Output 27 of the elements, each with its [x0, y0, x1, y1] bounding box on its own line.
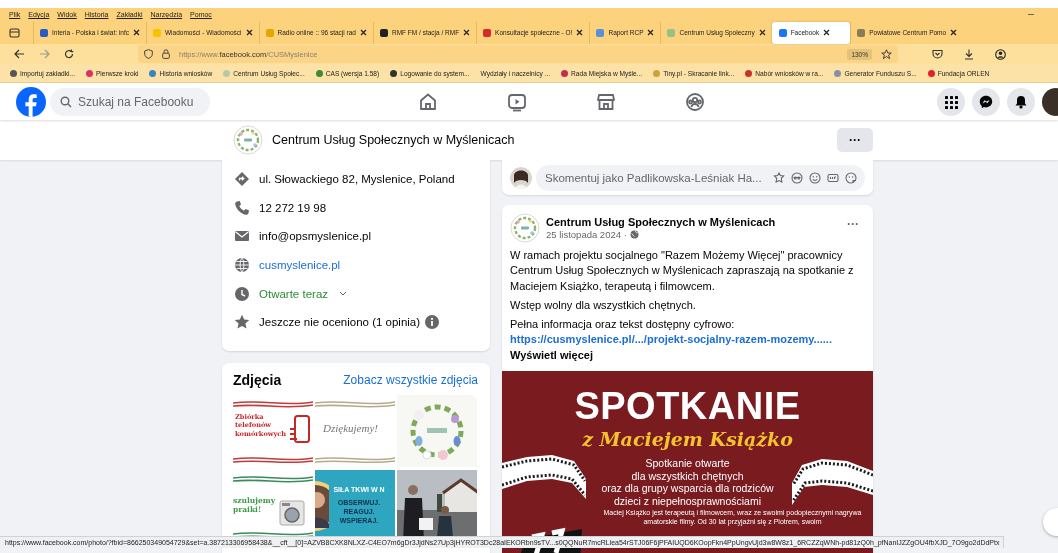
rating-text: Jeszcze nie oceniono (1 opinia)	[259, 316, 421, 329]
opening-hours-toggle[interactable]: Otwarte teraz	[259, 287, 329, 300]
address-text: ul. Słowackiego 82, Myslenice, Poland	[259, 173, 455, 186]
see-more-link[interactable]: Wyświetl więcej	[510, 348, 593, 361]
flyer-text: Spotkanie otwarte	[645, 457, 730, 470]
search-field[interactable]: Szukaj na Facebooku	[50, 87, 210, 116]
post-text: W ramach projektu socjalnego "Razem Możemy Więcej" pracownicy Centrum Usług Społecznych w Myślenicach zapraszają na spotkanie z Maciejem Książko, terapeutą i filmowcem.	[510, 248, 855, 294]
section-title: Zdjęcia	[233, 371, 282, 388]
more-options-button[interactable]: ···	[843, 217, 863, 231]
author-name[interactable]: Centrum Usług Społecznych w Myślenicach	[546, 216, 776, 228]
page-name: Centrum Usług Społecznych w Myślenicach	[272, 133, 515, 147]
flyer-title: SPOTKANIE	[574, 387, 801, 426]
flyer-subtitle: z Maciejem Książko	[582, 428, 793, 451]
post-text: Wstęp wolny dla wszystkich chętnych.	[510, 297, 697, 313]
more-button[interactable]: ···	[837, 128, 873, 152]
phone-text: 12 272 19 98	[259, 201, 327, 214]
comment-field[interactable]: Skomentuj jako Padlikowska-Leśniak Ha...	[536, 164, 865, 191]
see-all-link[interactable]: Zobacz wszystkie zdjęcia	[343, 372, 478, 387]
thumbnail-caption: Dziękujemy!	[323, 421, 378, 434]
flyer-text: dla wszystkich chętnych	[631, 469, 744, 483]
email-text: info@opsmyslenice.pl	[259, 230, 372, 243]
post-text: Pełna informacja oraz tekst dostępny cyfrowo: https://cusmyslenice.pl/.../projekt-socjalny-razem-mozemy...... Wyświetl więcej	[510, 317, 833, 363]
post-link[interactable]: https://cusmyslenice.pl/.../projekt-socjalny-razem-mozemy......	[510, 333, 832, 346]
flyer-text: oraz dla grupy wsparcia dla rodziców	[601, 482, 774, 495]
flyer-text: dzieci z niepełnosprawnościami	[613, 494, 762, 508]
website-link[interactable]: cusmyslenice.pl	[259, 259, 341, 272]
post-date[interactable]: 25 listopada 2024 ·	[546, 229, 627, 240]
